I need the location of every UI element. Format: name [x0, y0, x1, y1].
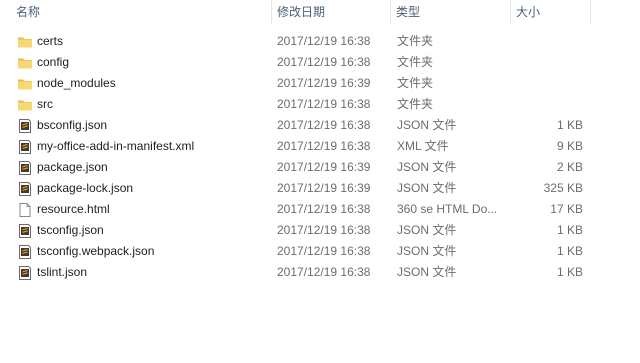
file-date-modified: 2017/12/19 16:38: [277, 265, 371, 279]
file-type: XML 文件: [397, 139, 449, 153]
folder-icon: [17, 55, 33, 71]
file-size: [516, 31, 583, 52]
file-name: tslint.json: [37, 265, 88, 279]
file-list: certs 2017/12/19 16:38 文件夹 config 2017/12/19…: [0, 31, 640, 283]
file-date-modified: 2017/12/19 16:38: [277, 97, 371, 111]
file-size: [516, 52, 583, 73]
file-size: [516, 94, 583, 115]
file-type: 文件夹: [397, 55, 434, 69]
file-date-modified: 2017/12/19 16:38: [277, 118, 371, 132]
column-header-size[interactable]: 大小: [516, 0, 590, 24]
file-row[interactable]: config 2017/12/19 16:38 文件夹: [0, 52, 640, 73]
file-type: JSON 文件: [397, 160, 457, 174]
file-row[interactable]: src 2017/12/19 16:38 文件夹: [0, 94, 640, 115]
file-date-modified: 2017/12/19 16:38: [277, 34, 371, 48]
file-type: 文件夹: [397, 76, 434, 90]
file-row[interactable]: node_modules 2017/12/19 16:39 文件夹: [0, 73, 640, 94]
folder-icon: [17, 97, 33, 113]
file-name: package.json: [37, 160, 108, 174]
file-type: 360 se HTML Do...: [397, 202, 498, 216]
file-name: tsconfig.json: [37, 223, 104, 237]
file-name: config: [37, 55, 70, 69]
file-type: JSON 文件: [397, 181, 457, 195]
file-explorer: 名称 修改日期 类型 大小 certs 2017/12/19 16:38 文件夹 co…: [0, 0, 640, 363]
file-name: node_modules: [37, 76, 116, 90]
file-size: 17 KB: [550, 202, 583, 216]
file-type: JSON 文件: [397, 244, 457, 258]
file-date-modified: 2017/12/19 16:38: [277, 202, 371, 216]
column-divider[interactable]: [590, 0, 591, 24]
file-row[interactable]: resource.html 2017/12/19 16:38 360 se HTML…: [0, 199, 640, 220]
file-size: 1 KB: [556, 244, 583, 258]
file-size: 325 KB: [543, 181, 583, 195]
file-date-modified: 2017/12/19 16:38: [277, 55, 371, 69]
folder-icon: [17, 76, 33, 92]
file-date-modified: 2017/12/19 16:39: [277, 181, 371, 195]
file-type: 文件夹: [397, 34, 434, 48]
sublime-file-icon: [17, 139, 33, 155]
file-row[interactable]: my-office-add-in-manifest.xml 2017/12/19 …: [0, 136, 640, 157]
sublime-file-icon: [17, 223, 33, 239]
file-name: certs: [37, 34, 64, 48]
file-name: resource.html: [37, 202, 110, 216]
file-size: 9 KB: [556, 139, 583, 153]
file-name: my-office-add-in-manifest.xml: [37, 139, 195, 153]
file-date-modified: 2017/12/19 16:39: [277, 160, 371, 174]
folder-icon: [17, 34, 33, 50]
column-header-date[interactable]: 修改日期: [277, 0, 391, 24]
file-type: JSON 文件: [397, 118, 457, 132]
file-type: 文件夹: [397, 97, 434, 111]
column-header-name[interactable]: 名称: [16, 0, 270, 24]
column-divider[interactable]: [390, 0, 391, 24]
file-size: 2 KB: [556, 160, 583, 174]
file-date-modified: 2017/12/19 16:38: [277, 223, 371, 237]
file-type: JSON 文件: [397, 223, 457, 237]
file-type: JSON 文件: [397, 265, 457, 279]
file-row[interactable]: tsconfig.webpack.json 2017/12/19 16:38 JSO…: [0, 241, 640, 262]
file-row[interactable]: tsconfig.json 2017/12/19 16:38 JSON 文件 1 KB: [0, 220, 640, 241]
file-row[interactable]: bsconfig.json 2017/12/19 16:38 JSON 文件 1 KB: [0, 115, 640, 136]
sublime-file-icon: [17, 265, 33, 281]
sublime-file-icon: [17, 118, 33, 134]
file-name: bsconfig.json: [37, 118, 108, 132]
blank-file-icon: [17, 202, 33, 218]
column-header-type[interactable]: 类型: [396, 0, 516, 24]
column-divider[interactable]: [271, 0, 272, 24]
sublime-file-icon: [17, 160, 33, 176]
file-row[interactable]: package-lock.json 2017/12/19 16:39 JSON 文件…: [0, 178, 640, 199]
file-date-modified: 2017/12/19 16:38: [277, 244, 371, 258]
file-size: [516, 73, 583, 94]
sublime-file-icon: [17, 181, 33, 197]
file-date-modified: 2017/12/19 16:39: [277, 76, 371, 90]
file-date-modified: 2017/12/19 16:38: [277, 139, 371, 153]
file-name: package-lock.json: [37, 181, 134, 195]
file-row[interactable]: certs 2017/12/19 16:38 文件夹: [0, 31, 640, 52]
file-size: 1 KB: [556, 223, 583, 237]
column-divider[interactable]: [510, 0, 511, 24]
file-row[interactable]: tslint.json 2017/12/19 16:38 JSON 文件 1 KB: [0, 262, 640, 283]
file-size: 1 KB: [556, 265, 583, 279]
file-name: tsconfig.webpack.json: [37, 244, 155, 258]
sublime-file-icon: [17, 244, 33, 260]
file-name: src: [37, 97, 53, 111]
column-header-bar: 名称 修改日期 类型 大小: [0, 0, 640, 24]
file-size: 1 KB: [556, 118, 583, 132]
file-row[interactable]: package.json 2017/12/19 16:39 JSON 文件 2 KB: [0, 157, 640, 178]
